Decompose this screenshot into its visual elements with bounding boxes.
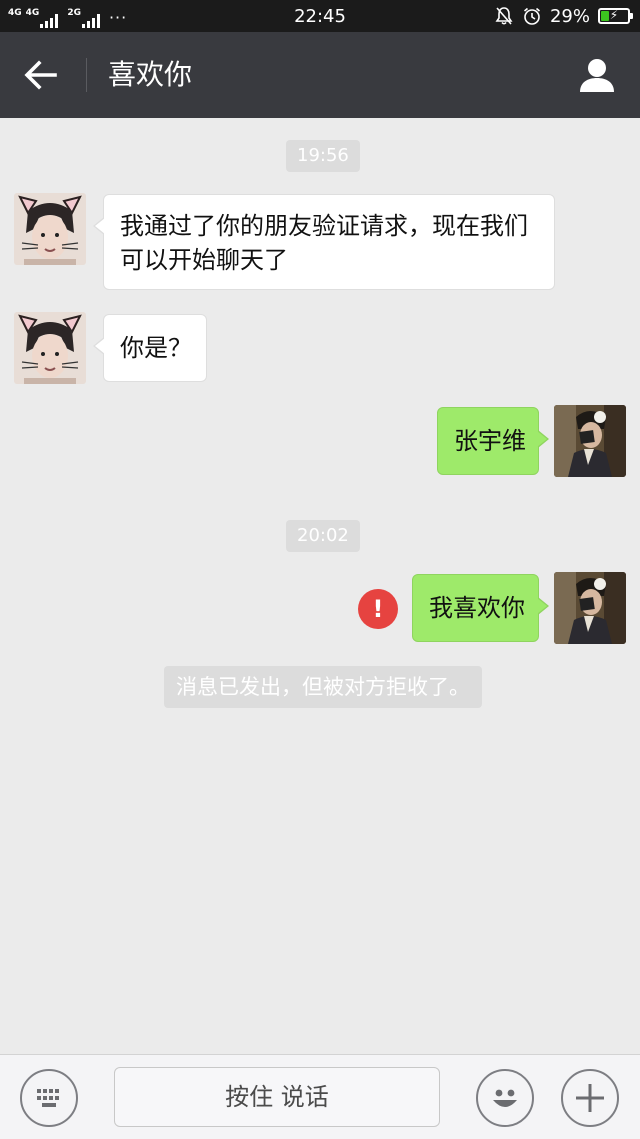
contact-avatar[interactable] <box>14 312 86 384</box>
chat-header: 喜欢你 <box>0 32 640 118</box>
page-title: 喜欢你 <box>108 58 193 91</box>
input-bar: 按住 说话 <box>0 1054 640 1139</box>
message-bubble-incoming[interactable]: 你是？ <box>93 314 207 382</box>
emoji-icon <box>493 1089 517 1107</box>
contact-avatar-image <box>14 193 86 265</box>
title-divider <box>86 58 87 92</box>
message-bubble-outgoing[interactable]: 我喜欢你 <box>412 574 549 642</box>
message-text-line: 我喜欢你 <box>429 594 525 622</box>
keyboard-toggle-button[interactable] <box>20 1069 78 1127</box>
person-icon <box>580 59 614 92</box>
battery-percent: 29% <box>549 5 590 27</box>
keyboard-icon <box>37 1089 59 1107</box>
battery-charging-icon: ⚡ <box>598 8 633 24</box>
more-button[interactable] <box>561 1069 619 1127</box>
plus-icon <box>576 1084 604 1112</box>
message-list[interactable]: 19:56 我通过了你的朋友验证请求，现在我们 可以开始聊天了 你是？ 张宇维 … <box>0 118 640 1054</box>
contact-avatar[interactable] <box>14 193 86 265</box>
hold-to-talk-button[interactable]: 按住 说话 <box>114 1067 440 1127</box>
charging-bolt-icon: ⚡ <box>609 8 619 22</box>
message-text-line: 可以开始聊天了 <box>120 246 288 274</box>
contact-avatar-image <box>14 312 86 384</box>
my-avatar-image <box>554 405 626 477</box>
message-bubble-incoming[interactable]: 我通过了你的朋友验证请求，现在我们 可以开始聊天了 <box>93 194 555 290</box>
send-failed-icon[interactable]: ! <box>358 589 398 629</box>
message-text-line: 张宇维 <box>454 427 526 455</box>
my-avatar[interactable] <box>554 572 626 644</box>
message-text-line: 我通过了你的朋友验证请求，现在我们 <box>120 212 528 240</box>
back-button[interactable] <box>18 54 64 96</box>
timestamp: 20:02 <box>286 520 360 552</box>
message-bubble-outgoing[interactable]: 张宇维 <box>437 407 549 475</box>
my-avatar[interactable] <box>554 405 626 477</box>
arrow-left-icon <box>24 60 57 90</box>
status-right-group: 29% ⚡ <box>494 5 633 27</box>
alarm-icon <box>523 7 540 25</box>
chat-info-button[interactable] <box>576 54 618 96</box>
timestamp: 19:56 <box>286 140 360 172</box>
system-notice: 消息已发出，但被对方拒收了。 <box>164 666 482 708</box>
my-avatar-image <box>554 572 626 644</box>
status-bar: 4G 4G 2G ··· 22:45 29% ⚡ <box>0 0 640 32</box>
emoji-button[interactable] <box>476 1069 534 1127</box>
mute-bell-icon <box>495 7 513 25</box>
message-text-line: 你是？ <box>120 334 192 362</box>
